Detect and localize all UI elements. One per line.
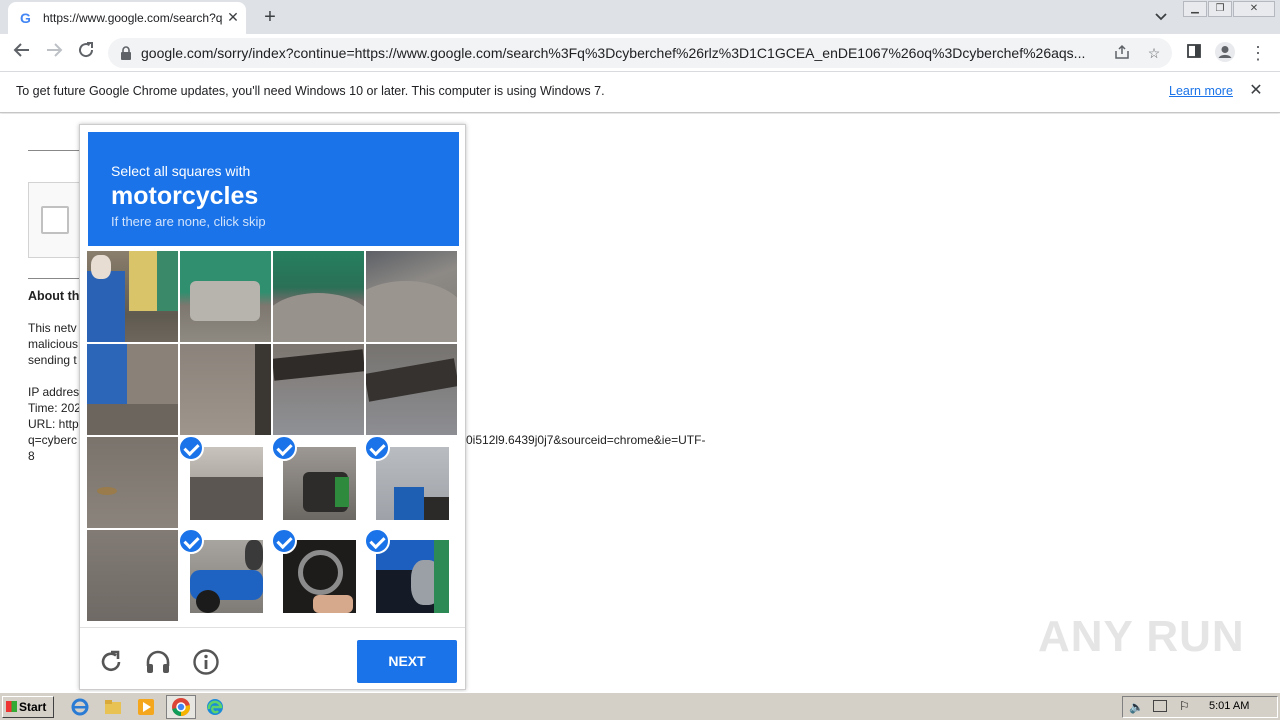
info-line: q=cyberc [28,433,78,447]
new-tab-button[interactable]: + [258,5,282,29]
url-text[interactable]: google.com/sorry/index?continue=https://… [141,45,1101,62]
profile-avatar-icon[interactable] [1213,41,1237,65]
next-button[interactable]: NEXT [357,640,457,683]
tab-strip: G https://www.google.com/search?q= ✕ + ▁… [0,0,1280,34]
recaptcha-challenge-dialog: Select all squares with motorcycles If t… [79,124,466,690]
restore-window-button[interactable]: ❐ [1208,1,1232,17]
audio-challenge-headphones-icon[interactable] [144,648,172,676]
about-heading: About th [28,289,80,303]
chrome-taskbar-icon[interactable] [166,695,196,719]
para-line: malicious [28,337,79,351]
anyrun-watermark-logo: ANY RUN [1038,612,1245,661]
grid-tile-7[interactable] [273,344,364,435]
recaptcha-checkbox[interactable] [41,206,69,234]
tab-close-icon[interactable]: ✕ [224,8,242,26]
infobar-close-icon[interactable]: ✕ [1247,82,1265,100]
address-bar[interactable]: google.com/sorry/index?continue=https://… [108,38,1172,68]
update-infobar: To get future Google Chrome updates, you… [0,72,1280,113]
grid-tile-6[interactable] [180,344,271,435]
action-center-flag-icon[interactable]: ⚐ [1179,699,1190,713]
minimize-window-button[interactable]: ▁ [1183,1,1207,17]
info-line: URL: http [28,417,79,431]
challenge-header: Select all squares with motorcycles If t… [88,132,459,246]
edge-icon[interactable] [205,697,225,717]
browser-tab[interactable]: G https://www.google.com/search?q= ✕ [8,2,246,34]
grid-tile-3[interactable] [273,251,364,342]
file-explorer-icon[interactable] [103,697,123,717]
media-player-icon[interactable] [136,697,156,717]
grid-tile-11-selected[interactable] [273,437,364,528]
grid-tile-2[interactable] [180,251,271,342]
google-favicon-icon: G [20,10,31,26]
start-label: Start [19,700,47,714]
info-line: IP addres [28,385,80,399]
challenge-footer: NEXT [80,627,465,689]
menu-kebab-icon[interactable]: ⋮ [1246,41,1270,65]
bookmark-star-icon[interactable]: ☆ [1145,44,1163,62]
info-line: Time: 202 [28,401,81,415]
forward-arrow-icon[interactable] [42,41,66,65]
grid-tile-15-selected[interactable] [273,530,364,621]
taskbar-clock: 5:01 AM [1209,700,1250,712]
network-icon[interactable] [1153,700,1167,712]
grid-tile-14-selected[interactable] [180,530,271,621]
share-icon[interactable] [1113,44,1131,62]
image-grid [87,251,459,623]
back-arrow-icon[interactable] [10,41,34,65]
para-line: This netv [28,321,77,335]
instruction-text: Select all squares with [111,163,251,179]
grid-tile-4[interactable] [366,251,457,342]
grid-tile-16-selected[interactable] [366,530,457,621]
reload-icon[interactable] [74,41,98,65]
close-window-button[interactable]: ✕ [1233,1,1275,17]
para-line: sending t [28,353,77,367]
hint-text: If there are none, click skip [111,214,266,229]
info-line: 8 [28,449,35,463]
system-tray: 🔈 ⚐ 5:01 AM [1122,696,1278,718]
grid-tile-5[interactable] [87,344,178,435]
grid-tile-8[interactable] [366,344,457,435]
grid-tile-13[interactable] [87,530,178,621]
learn-more-link[interactable]: Learn more [1169,84,1233,98]
grid-tile-12-selected[interactable] [366,437,457,528]
infobar-message: To get future Google Chrome updates, you… [16,84,605,98]
grid-tile-9[interactable] [87,437,178,528]
start-button[interactable]: Start [2,696,54,718]
volume-icon[interactable]: 🔈 [1129,700,1144,714]
windows-taskbar: Start 🔈 ⚐ 5:01 AM [0,692,1280,720]
lock-icon [121,46,131,60]
info-help-icon[interactable] [192,648,220,676]
internet-explorer-icon[interactable] [70,697,90,717]
url-tail-text: 0i512l9.6439j0j7&sourceid=chrome&ie=UTF- [466,433,706,447]
browser-toolbar: google.com/sorry/index?continue=https://… [0,34,1280,72]
grid-tile-1[interactable] [87,251,178,342]
tab-title: https://www.google.com/search?q= [43,11,223,25]
target-object-text: motorcycles [111,182,259,210]
tab-search-chevron-icon[interactable] [1150,7,1172,27]
side-panel-icon[interactable] [1182,41,1206,65]
windows-flag-icon [6,701,17,712]
reload-challenge-icon[interactable] [97,648,125,676]
grid-tile-10-selected[interactable] [180,437,271,528]
